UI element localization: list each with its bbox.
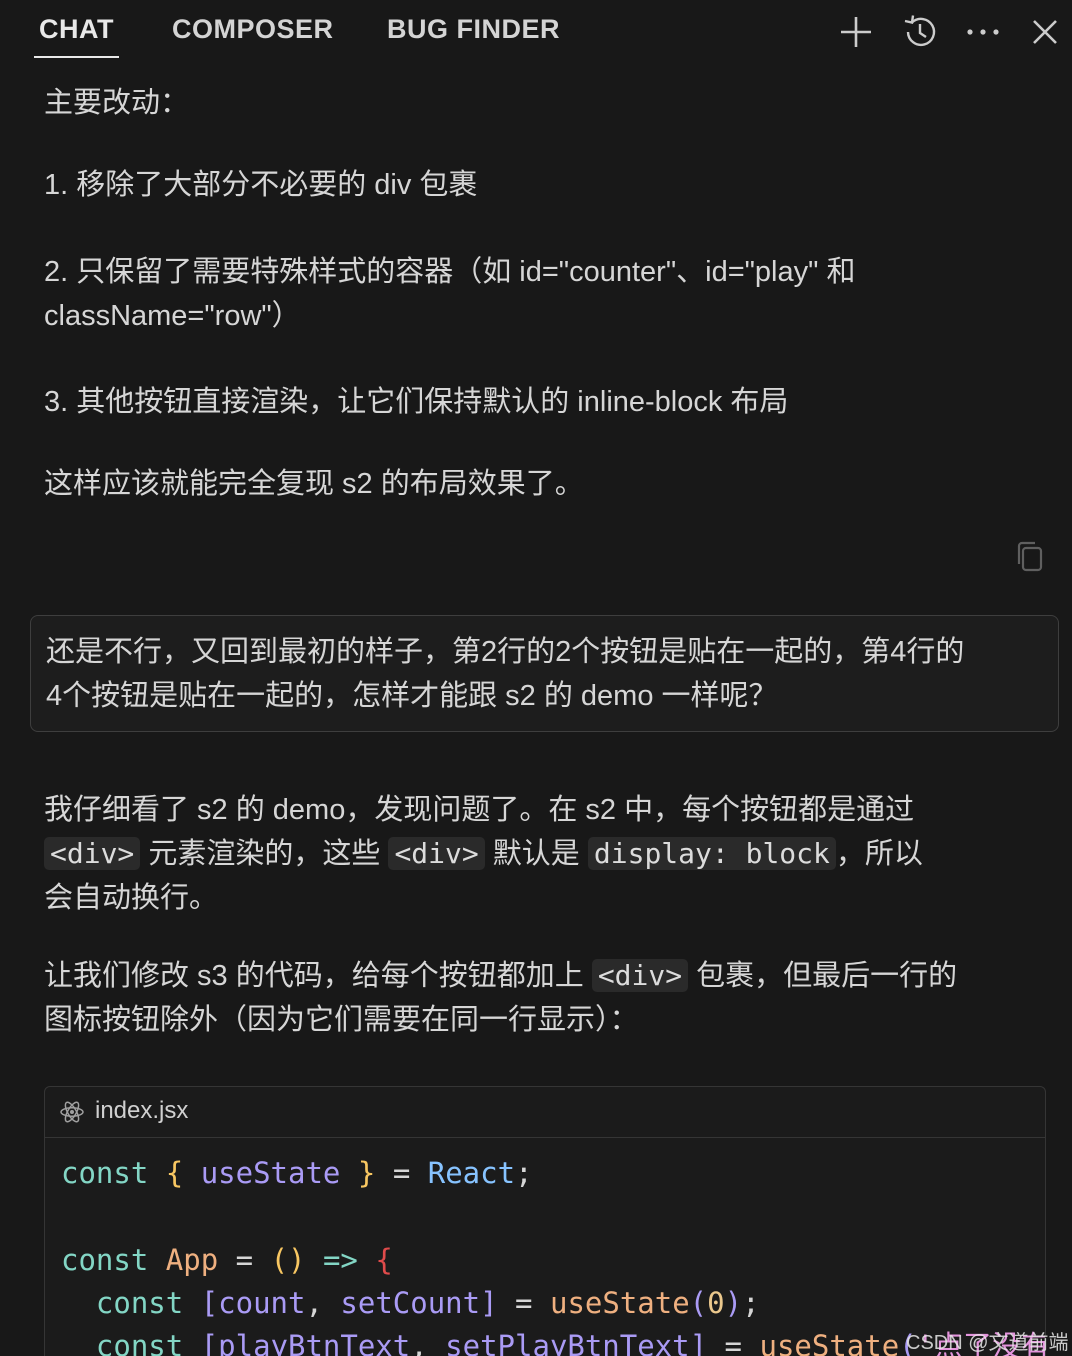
code-token: ) xyxy=(724,1286,743,1320)
code-token: () xyxy=(270,1243,306,1277)
code-token: [ xyxy=(200,1329,219,1356)
code-token: ] xyxy=(480,1286,498,1320)
assistant-line: 我仔细看了 s2 的 demo，发现问题了。在 s2 中，每个按钮都是通过 xyxy=(44,794,915,826)
user-message[interactable]: 还是不行，又回到最初的样子，第2行的2个按钮是贴在一起的，第4行的 4个按钮是贴… xyxy=(30,615,1059,732)
assistant-line: 会自动换行。 xyxy=(44,882,219,914)
list-item: 1. 移除了大部分不必要的 div 包裹 xyxy=(44,169,478,201)
chat-panel: CHAT COMPOSER BUG FINDER 主要改动： 1. 移除了大部分… xyxy=(0,0,1072,1356)
assistant-paragraph: 让我们修改 s3 的代码，给每个按钮都加上 <div> 包裹，但最后一行的 图标… xyxy=(44,954,1044,1042)
code-line: const [count, setCount] = useState(0); xyxy=(61,1282,760,1325)
code-block-header: index.jsx xyxy=(45,1087,1045,1138)
code-token: useState xyxy=(200,1156,341,1190)
user-message-line: 4个按钮是贴在一起的，怎样才能跟 s2 的 demo 一样呢？ xyxy=(46,680,778,712)
list-item: 3. 其他按钮直接渲染，让它们保持默认的 inline-block 布局 xyxy=(44,386,789,418)
code-token: const xyxy=(61,1156,149,1190)
code-token: setPlayBtnText xyxy=(445,1329,690,1356)
code-filename: index.jsx xyxy=(95,1097,189,1124)
list-item-line: 2. 只保留了需要特殊样式的容器（如 id="counter"、id="play… xyxy=(44,256,856,288)
list-item: 2. 只保留了需要特殊样式的容器（如 id="counter"、id="play… xyxy=(44,250,1044,338)
code-token: useState xyxy=(549,1286,690,1320)
plus-icon[interactable] xyxy=(836,12,876,52)
code-token: = xyxy=(235,1243,254,1277)
code-token: App xyxy=(165,1243,219,1277)
tab-bug-finder[interactable]: BUG FINDER xyxy=(387,14,560,45)
code-token: { xyxy=(165,1156,184,1190)
code-token: = xyxy=(392,1156,411,1190)
code-token: , xyxy=(410,1329,428,1356)
code-block[interactable]: index.jsx const { useState } = React; co… xyxy=(44,1086,1046,1356)
active-tab-indicator xyxy=(34,56,119,58)
user-message-line: 还是不行，又回到最初的样子，第2行的2个按钮是贴在一起的，第4行的 xyxy=(46,636,965,668)
tab-composer[interactable]: COMPOSER xyxy=(172,14,334,45)
inline-code: display: block xyxy=(587,837,836,870)
code-token: = xyxy=(724,1329,743,1356)
code-token: const xyxy=(95,1329,184,1356)
assistant-text: 让我们修改 s3 的代码，给每个按钮都加上 xyxy=(44,960,584,992)
code-token: = xyxy=(515,1286,533,1320)
inline-code: <div> xyxy=(388,837,485,870)
code-token: => xyxy=(322,1243,358,1277)
code-token: const xyxy=(95,1286,184,1320)
assistant-line: 让我们修改 s3 的代码，给每个按钮都加上 <div> 包裹，但最后一行的 xyxy=(44,954,1044,998)
code-token: , xyxy=(305,1286,323,1320)
react-icon xyxy=(59,1099,85,1125)
inline-code: <div> xyxy=(591,959,689,992)
assistant-text: ，所以 xyxy=(835,838,923,870)
copy-icon[interactable] xyxy=(1014,540,1046,574)
watermark: CSDN @文道前端 xyxy=(906,1332,1069,1354)
tab-chat[interactable]: CHAT xyxy=(39,14,114,45)
assistant-line: <div> 元素渲染的，这些 <div> 默认是 display: block，… xyxy=(44,832,1044,876)
code-token: ( xyxy=(689,1286,708,1320)
code-token: useState xyxy=(759,1329,900,1356)
assistant-closing: 这样应该就能完全复现 s2 的布局效果了。 xyxy=(44,468,584,500)
inline-code: <div> xyxy=(44,837,141,870)
more-icon[interactable] xyxy=(963,12,1003,52)
code-token: const xyxy=(61,1243,149,1277)
assistant-paragraph: 我仔细看了 s2 的 demo，发现问题了。在 s2 中，每个按钮都是通过 <d… xyxy=(44,788,1044,920)
code-token: } xyxy=(357,1156,376,1190)
code-token: count xyxy=(218,1286,306,1320)
code-token: ; xyxy=(515,1156,533,1190)
code-token: ] xyxy=(689,1329,708,1356)
code-token: React xyxy=(427,1156,516,1190)
assistant-line: 图标按钮除外（因为它们需要在同一行显示）： xyxy=(44,1004,639,1036)
assistant-text: 元素渲染的，这些 xyxy=(148,838,381,870)
code-token: { xyxy=(375,1243,393,1277)
code-line: const App = () => { xyxy=(61,1239,393,1282)
code-token: playBtnText xyxy=(218,1329,411,1356)
assistant-text: 默认是 xyxy=(492,838,580,870)
user-message-text: 还是不行，又回到最初的样子，第2行的2个按钮是贴在一起的，第4行的 4个按钮是贴… xyxy=(46,630,1046,718)
assistant-heading: 主要改动： xyxy=(44,87,190,119)
code-token: 0 xyxy=(707,1286,725,1320)
close-icon[interactable] xyxy=(1025,12,1065,52)
code-line: const [playBtnText, setPlayBtnText] = us… xyxy=(61,1325,1045,1356)
code-token: ; xyxy=(742,1286,760,1320)
tab-bar: CHAT COMPOSER BUG FINDER xyxy=(0,0,1072,64)
list-item-line: className="row"） xyxy=(44,300,301,332)
history-icon[interactable] xyxy=(900,12,940,52)
code-token: setCount xyxy=(340,1286,481,1320)
code-token: [ xyxy=(200,1286,219,1320)
code-line: const { useState } = React; xyxy=(61,1152,533,1195)
assistant-text: 包裹，但最后一行的 xyxy=(696,960,958,992)
